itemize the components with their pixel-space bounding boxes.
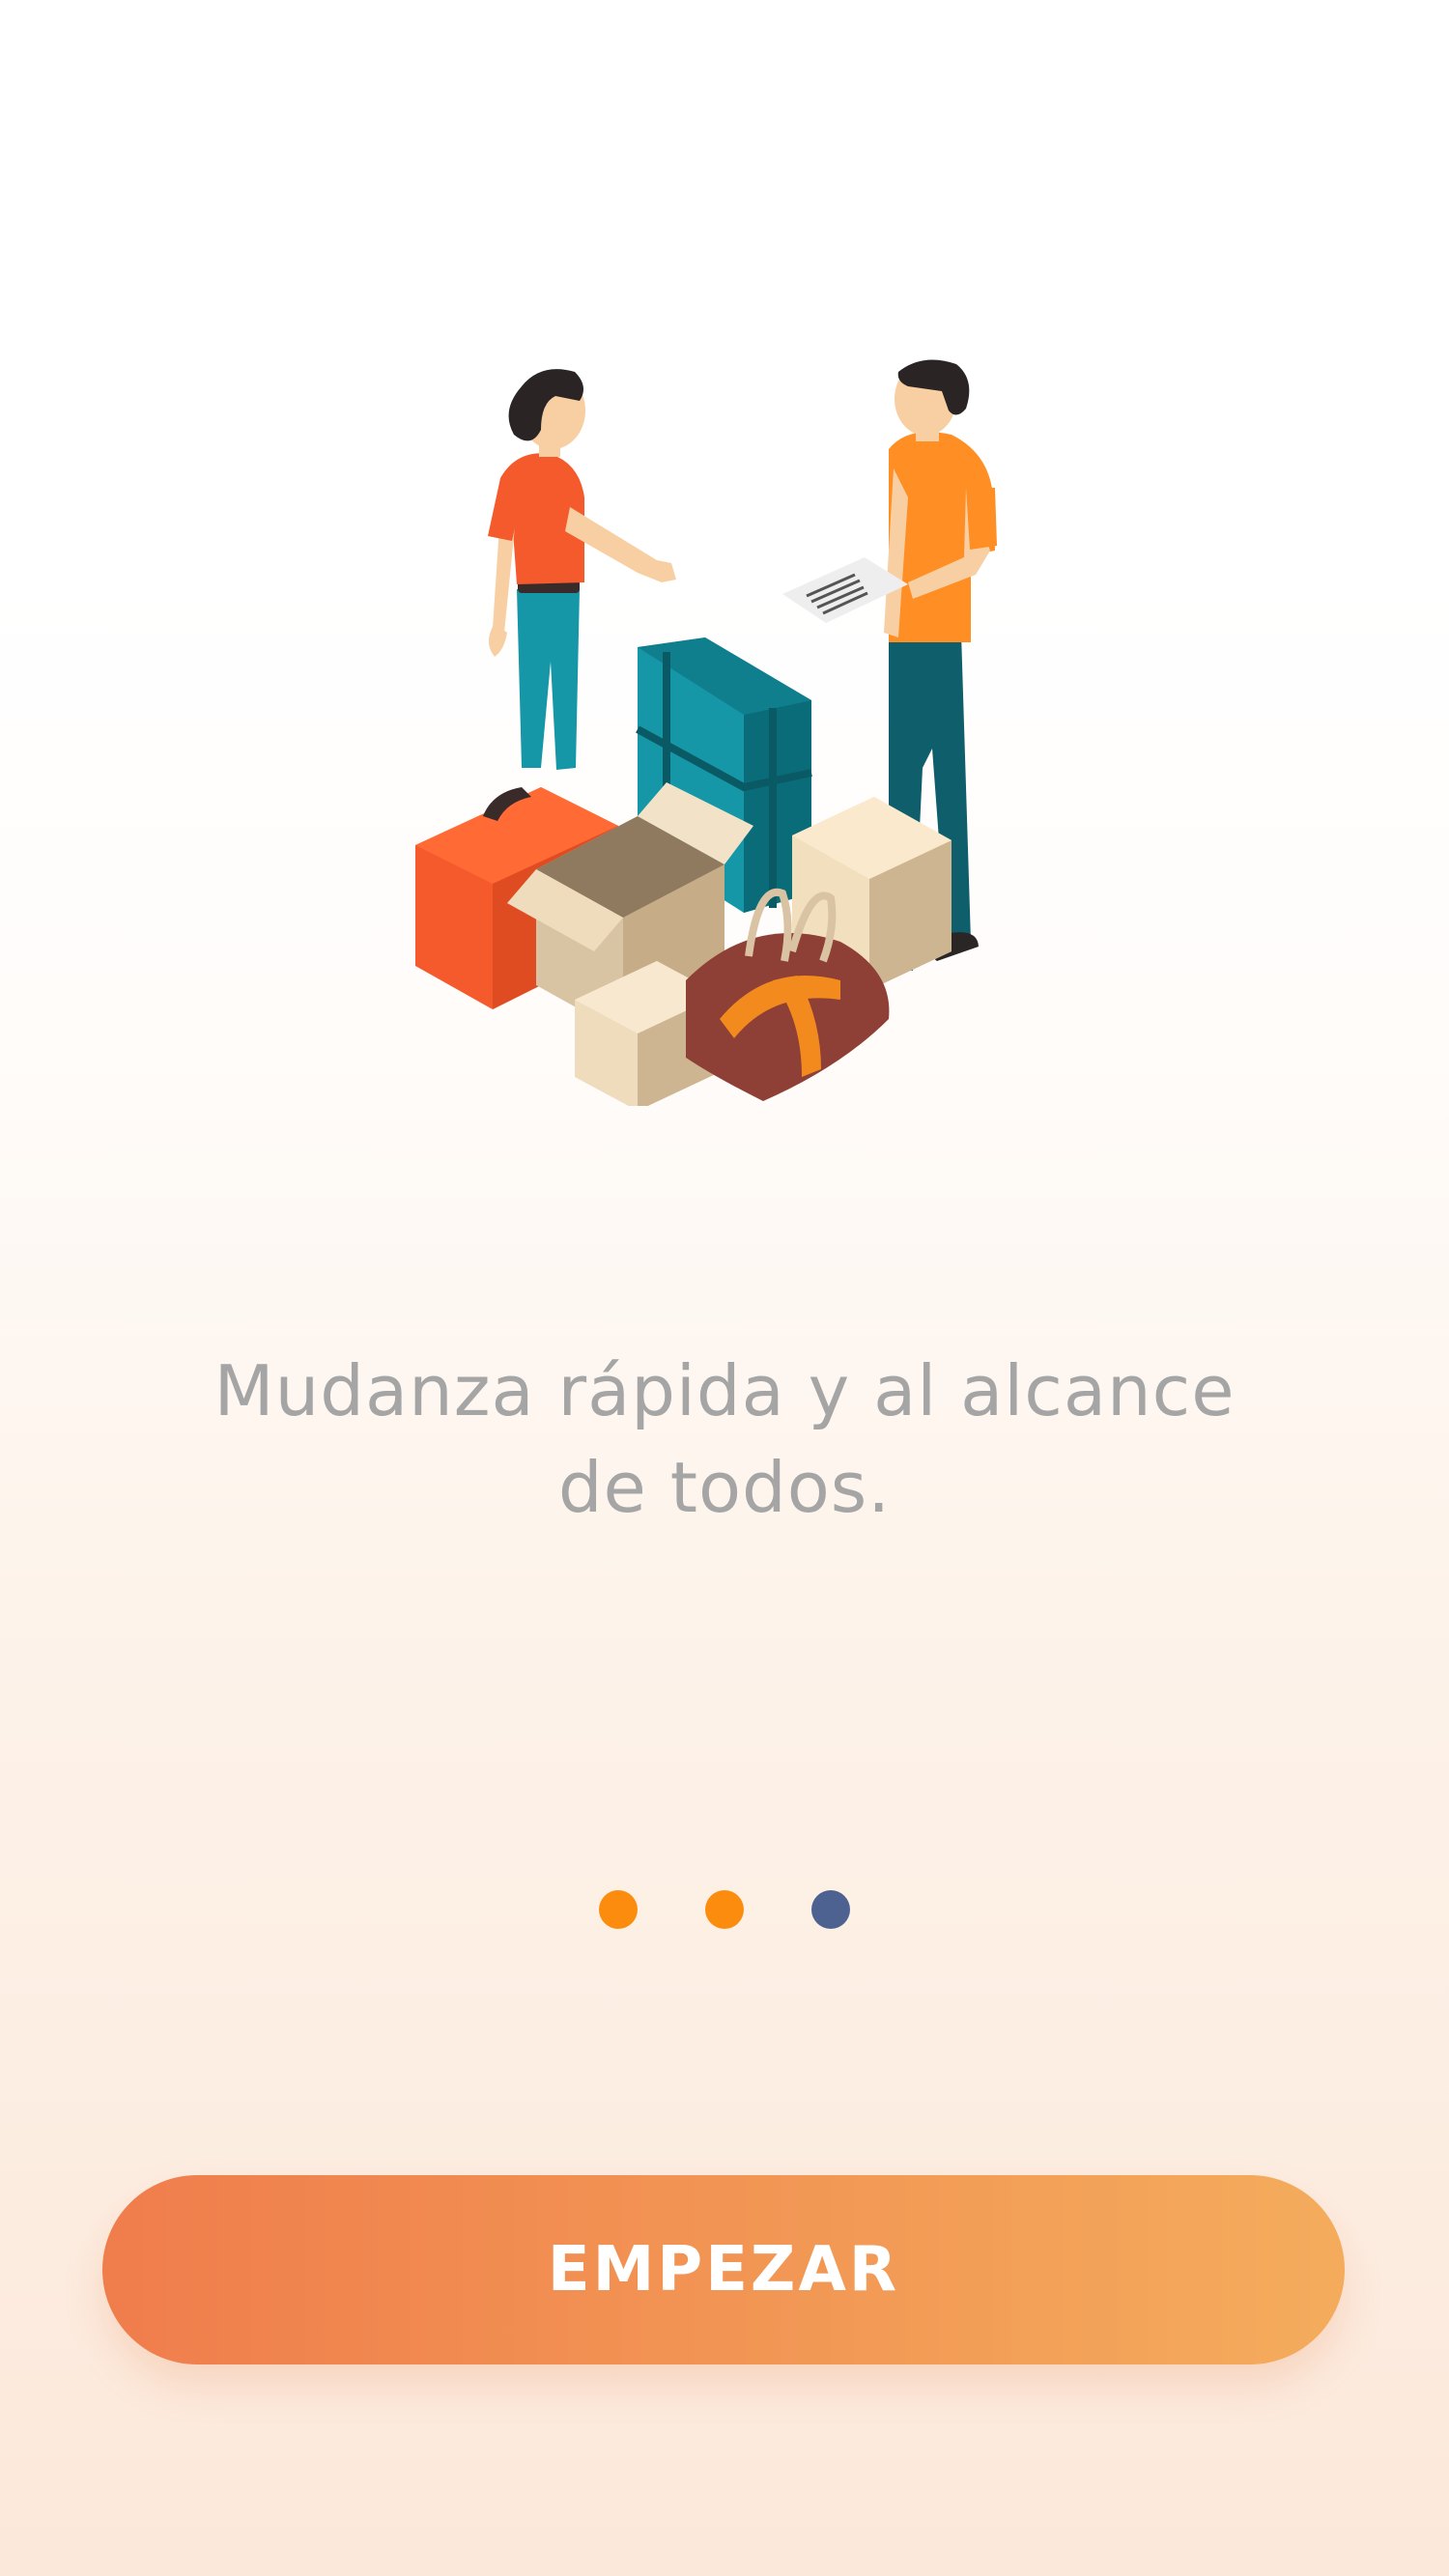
start-button-label: EMPEZAR	[547, 2234, 900, 2306]
start-button[interactable]: EMPEZAR	[102, 2175, 1345, 2364]
moving-illustration	[386, 343, 1063, 1106]
page-dot-1[interactable]	[599, 1890, 638, 1929]
page-dot-3-active[interactable]	[811, 1890, 850, 1929]
moving-people-luggage-icon	[415, 359, 997, 1106]
tagline: Mudanza rápida y al alcance de todos.	[145, 1343, 1304, 1536]
tagline-line-1: Mudanza rápida y al alcance	[213, 1350, 1236, 1431]
page-dot-2[interactable]	[705, 1890, 744, 1929]
tagline-line-2: de todos.	[557, 1447, 892, 1528]
page-indicator	[0, 1890, 1449, 1929]
onboarding-screen: Mudanza rápida y al alcance de todos. EM…	[0, 0, 1449, 2576]
